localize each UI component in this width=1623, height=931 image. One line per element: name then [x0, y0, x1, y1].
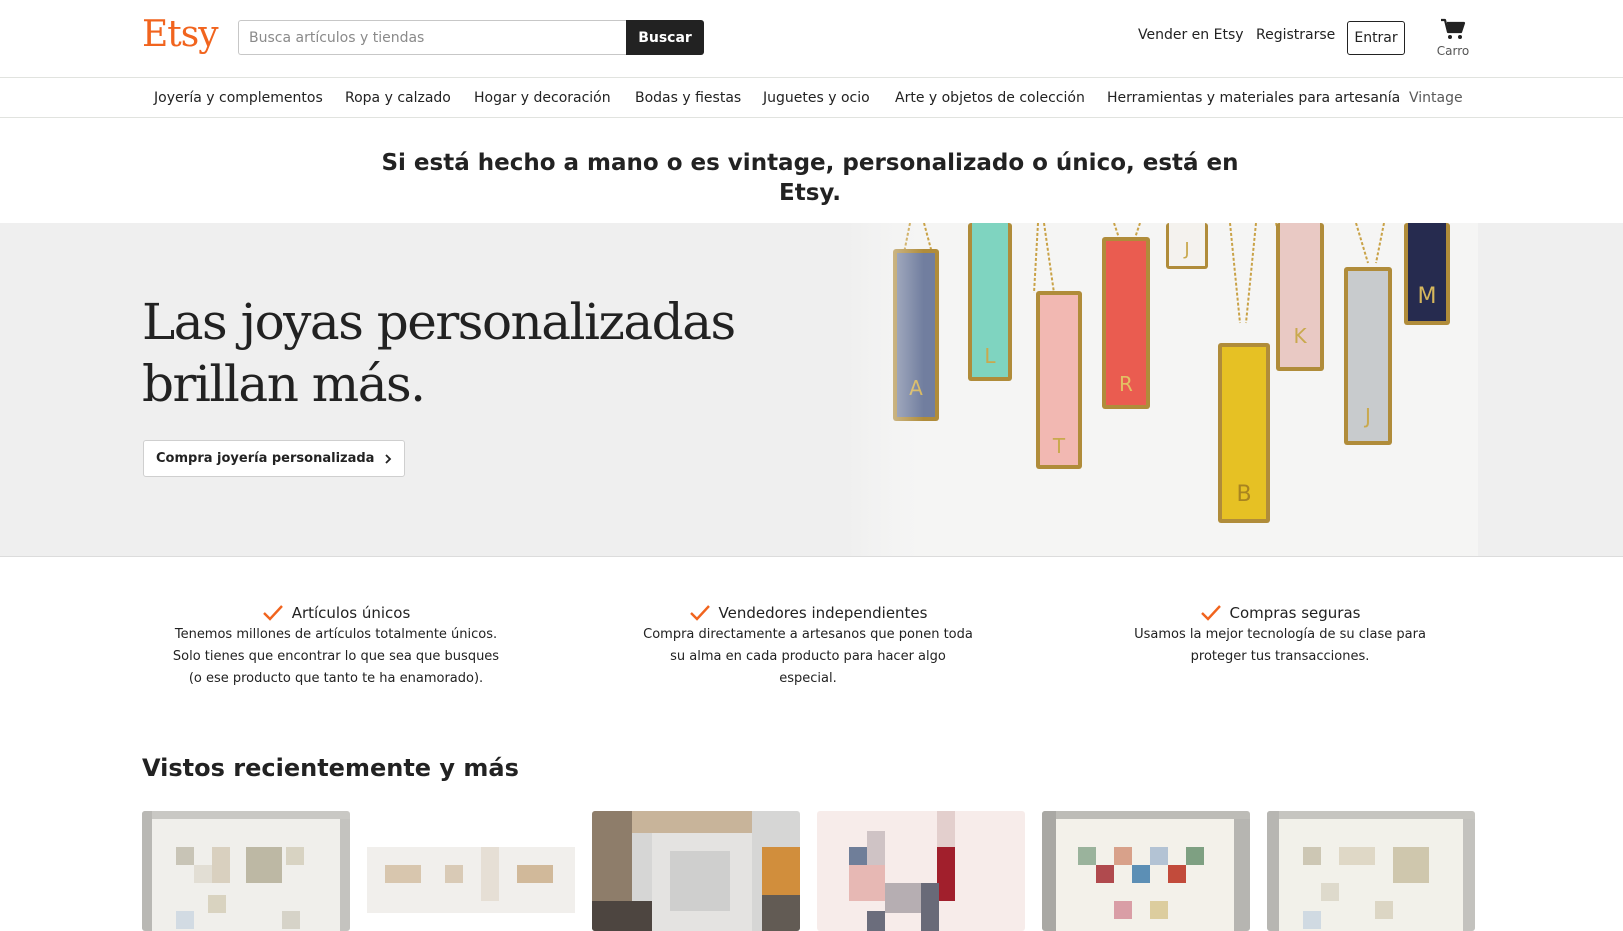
product-thumbnail[interactable] — [367, 811, 575, 931]
category-vintage[interactable]: Vintage — [1409, 90, 1463, 106]
search-input[interactable] — [238, 20, 626, 55]
product-thumbnail[interactable] — [592, 811, 800, 931]
site-header: Etsy Buscar Vender en Etsy Registrarse E… — [0, 0, 1623, 78]
category-weddings[interactable]: Bodas y fiestas — [635, 90, 741, 106]
value-prop-unique-items: Artículos únicos Tenemos millones de art… — [156, 600, 516, 690]
value-prop-line: proteger tus transacciones. — [1190, 649, 1370, 664]
site-tagline: Si está hecho a mano o es vintage, perso… — [380, 148, 1240, 208]
product-thumbnail[interactable] — [1267, 811, 1475, 931]
cart-label: Carro — [1436, 44, 1470, 58]
value-prop-title: Vendedores independientes — [718, 604, 928, 622]
shop-personalized-jewelry-button[interactable]: Compra joyería personalizada — [143, 440, 406, 477]
check-icon — [689, 605, 710, 621]
check-icon — [1200, 605, 1221, 621]
hero-title: Las joyas personalizadas brillan más. — [142, 291, 736, 415]
tagline-line-1: Si está hecho a mano o es vintage, perso… — [381, 150, 1239, 176]
value-prop-line: Compra directamente a artesanos que pone… — [643, 627, 973, 642]
product-thumbnail[interactable] — [1042, 811, 1250, 931]
recently-viewed-title: Vistos recientemente y más — [142, 754, 519, 782]
hero-cta-label: Compra joyería personalizada — [156, 451, 375, 466]
value-prop-text: Tenemos millones de artículos totalmente… — [156, 624, 516, 690]
category-home[interactable]: Hogar y decoración — [474, 90, 611, 106]
category-craft-supplies[interactable]: Herramientas y materiales para artesanía — [1107, 90, 1400, 106]
hero-necklaces-image: A L T R J B K — [848, 223, 1478, 556]
search-button[interactable]: Buscar — [626, 20, 704, 55]
tagline-line-2: Etsy. — [778, 180, 841, 206]
check-icon — [262, 605, 283, 621]
value-prop-line: su alma en cada producto para hacer algo — [670, 649, 946, 664]
category-clothing[interactable]: Ropa y calzado — [345, 90, 451, 106]
value-prop-line: Usamos la mejor tecnología de su clase p… — [1134, 627, 1426, 642]
product-thumbnail[interactable] — [142, 811, 350, 931]
search-form: Buscar — [238, 20, 704, 55]
category-nav: Joyería y complementos Ropa y calzado Ho… — [0, 78, 1623, 118]
signin-button[interactable]: Entrar — [1347, 21, 1405, 55]
sell-on-etsy-link[interactable]: Vender en Etsy — [1138, 27, 1244, 43]
value-prop-line: Tenemos millones de artículos totalmente… — [174, 627, 498, 642]
category-art[interactable]: Arte y objetos de colección — [895, 90, 1085, 106]
value-propositions: Artículos únicos Tenemos millones de art… — [0, 600, 1623, 700]
register-link[interactable]: Registrarse — [1256, 27, 1335, 43]
product-thumbnail[interactable] — [817, 811, 1025, 931]
value-prop-independent-sellers: Vendedores independientes Compra directa… — [628, 600, 988, 690]
value-prop-line: Solo tienes que encontrar lo que sea que… — [172, 649, 500, 664]
value-prop-line: especial. — [779, 671, 837, 686]
hero-title-line-2: brillan más. — [142, 355, 426, 413]
value-prop-text: Usamos la mejor tecnología de su clase p… — [1100, 624, 1460, 668]
value-prop-title: Artículos únicos — [291, 604, 411, 622]
shopping-cart-icon — [1441, 18, 1466, 39]
etsy-logo[interactable]: Etsy — [142, 14, 219, 55]
value-prop-text: Compra directamente a artesanos que pone… — [628, 624, 988, 690]
chevron-right-icon — [385, 453, 392, 464]
category-jewelry[interactable]: Joyería y complementos — [154, 90, 323, 106]
hero-banner: Las joyas personalizadas brillan más. Co… — [0, 223, 1623, 557]
category-toys[interactable]: Juguetes y ocio — [763, 90, 870, 106]
value-prop-secure-shopping: Compras seguras Usamos la mejor tecnolog… — [1100, 600, 1460, 668]
cart-button[interactable]: Carro — [1432, 18, 1474, 58]
recently-viewed-list — [142, 811, 1477, 931]
value-prop-title: Compras seguras — [1229, 604, 1361, 622]
value-prop-line: (o ese producto que tanto te ha enamorad… — [188, 671, 484, 686]
hero-title-line-1: Las joyas personalizadas — [142, 293, 736, 351]
